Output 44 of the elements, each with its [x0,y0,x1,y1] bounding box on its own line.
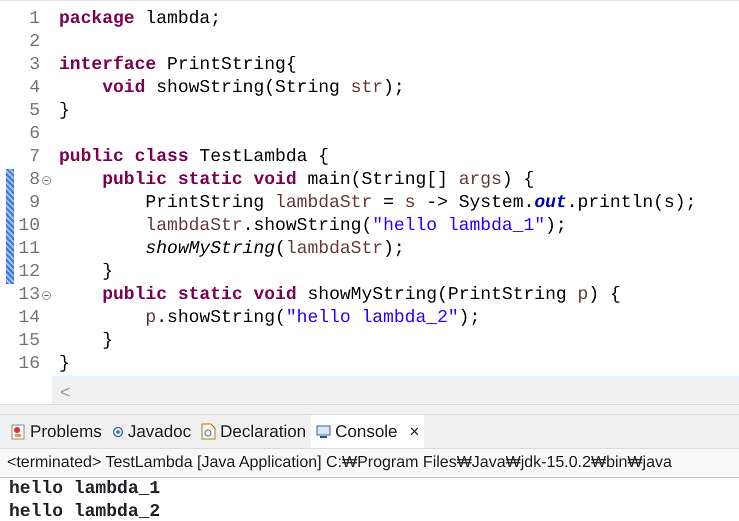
monitor-icon [316,424,332,438]
document-icon [201,423,216,440]
line-number: 14 [17,307,40,330]
code-line: } [58,100,70,123]
line-number: 16 [17,353,40,376]
line-number: 4 [28,77,40,100]
code-line: public static void main(String[] args) { [101,169,534,192]
code-line: lambdaStr.showString("hello lambda_1"); [144,215,567,238]
code-line: showMyString(lambdaStr); [144,238,405,261]
view-tab[interactable]: Declaration [196,415,312,448]
code-line: } [101,330,114,353]
collapse-icon[interactable] [42,176,51,185]
console-status: <terminated> TestLambda [Java Application] C:₩Program Files₩Java₩jdk-15.0.2₩bin₩java [0,448,739,478]
line-number: 11 [17,238,40,261]
console-output-line: hello lambda_2 [9,501,162,521]
line-number: 5 [28,100,40,123]
line-number: 10 [17,215,40,238]
code-line: void showString(String str); [101,77,405,100]
line-number: 12 [17,261,40,284]
line-number: 6 [28,123,40,146]
collapse-icon[interactable] [42,291,51,300]
at-icon [112,426,124,438]
view-tab[interactable]: Javadoc [106,415,196,448]
warning-list-icon [11,424,26,440]
code-line: p.showString("hello lambda_2"); [144,307,480,330]
line-number: 1 [28,8,40,31]
view-tab[interactable]: Problems [6,415,107,448]
code-line: public class TestLambda { [58,146,330,169]
code-line: } [101,261,114,284]
line-number: 7 [28,146,40,169]
console-output-line: hello lambda_1 [9,478,162,501]
code-line: public static void showMyString(PrintString p) { [101,284,621,307]
code-line: } [58,353,70,376]
view-tab[interactable]: Console × [311,415,424,448]
line-number: 9 [28,192,40,215]
line-number: 15 [17,330,40,353]
code-line: package lambda; [58,8,222,31]
line-number: 2 [28,31,40,54]
line-number: 13 [17,284,40,307]
code-line: interface PrintString{ [58,54,297,77]
line-number: 8 [28,169,40,192]
code-line: PrintString lambdaStr = s -> System.out.println(s); [144,192,696,215]
line-number: 3 [28,54,40,77]
close-button[interactable]: × [410,418,420,444]
